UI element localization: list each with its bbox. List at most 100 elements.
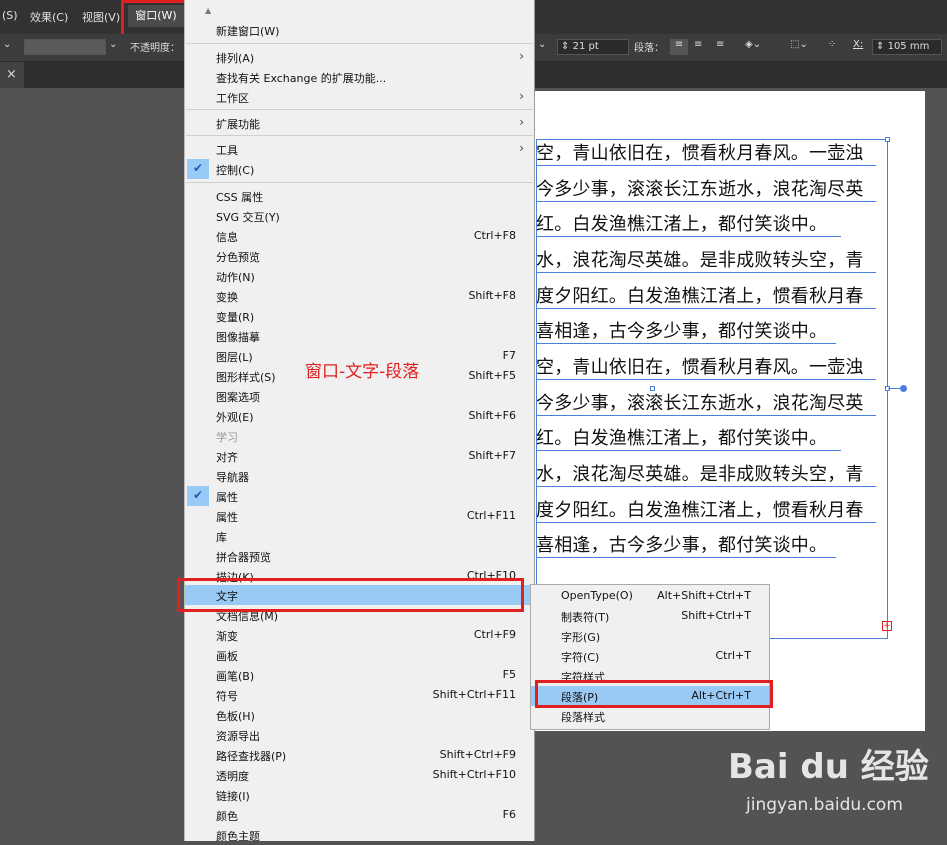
window-menu-item[interactable]: 变量(R) xyxy=(185,306,534,326)
menu-item-label: 渐变 xyxy=(216,630,238,643)
submenu-item-label: 字符(C) xyxy=(561,651,600,664)
scroll-up-icon[interactable]: ▲ xyxy=(205,6,211,15)
window-menu-item[interactable]: 新建窗口(W) xyxy=(185,20,534,40)
menu-item-label: 扩展功能 xyxy=(216,118,260,131)
menu-item-label: 属性 xyxy=(216,491,238,504)
window-menu-item[interactable]: 导航器 xyxy=(185,466,534,486)
menu-item-label: 色板(H) xyxy=(216,710,255,723)
annotation-label: 窗口-文字-段落 xyxy=(305,362,420,382)
window-menu-item[interactable]: 图案选项 xyxy=(185,386,534,406)
menu-item-label: 图案选项 xyxy=(216,391,260,404)
menu-item-label: 变换 xyxy=(216,291,238,304)
menu-separator xyxy=(186,109,533,110)
menu-item-label: 符号 xyxy=(216,690,238,703)
text-submenu-item[interactable]: 制表符(T) Shift+Ctrl+T xyxy=(531,606,769,626)
window-menu-item[interactable]: 动作(N) xyxy=(185,266,534,286)
chevron-down-icon[interactable]: ⌄ xyxy=(538,39,546,50)
align-center-icon[interactable]: ≡ xyxy=(694,39,702,50)
menu-item-shortcut: Ctrl+F8 xyxy=(473,229,516,242)
align-right-icon[interactable]: ≡ xyxy=(716,39,724,50)
window-menu-item[interactable]: 资源导出 xyxy=(185,725,534,745)
window-menu-item[interactable]: 图像描摹 xyxy=(185,326,534,346)
resize-handle[interactable] xyxy=(885,137,890,142)
x-label: X: xyxy=(853,39,864,50)
baidu-watermark: Bai du 经验 jingyan.baidu.com xyxy=(726,735,941,835)
window-menu-item[interactable]: 颜色 F6 xyxy=(185,805,534,825)
text-submenu-item[interactable]: OpenType(O) Alt+Shift+Ctrl+T xyxy=(531,586,769,606)
menu-item-label: SVG 交互(Y) xyxy=(216,211,280,224)
submenu-item-label: OpenType(O) xyxy=(561,589,633,602)
chevron-down-icon[interactable]: ⌄ xyxy=(109,39,117,50)
font-size-field[interactable]: ⇕ 21 pt xyxy=(557,39,629,55)
window-menu-item[interactable]: 属性 Ctrl+F11 xyxy=(185,506,534,526)
menu-item-label: 外观(E) xyxy=(216,411,254,424)
window-menu-item[interactable]: 排列(A) › xyxy=(185,47,534,67)
menu-item-label: 图层(L) xyxy=(216,351,253,364)
menu-item-shortcut: Ctrl+F9 xyxy=(473,628,516,641)
window-menu-item[interactable]: 扩展功能 › xyxy=(185,113,534,133)
text-submenu-item[interactable]: 字符(C) Ctrl+T xyxy=(531,646,769,666)
x-position-field[interactable]: ⇕ 105 mm xyxy=(872,39,942,55)
close-icon[interactable]: × xyxy=(6,67,17,82)
window-menu-item[interactable]: 变换 Shift+F8 xyxy=(185,286,534,306)
window-menu-item[interactable]: 符号 Shift+Ctrl+F11 xyxy=(185,685,534,705)
window-menu-item[interactable]: 库 xyxy=(185,526,534,546)
recolor-icon[interactable]: ◈⌄ xyxy=(745,39,761,50)
window-menu-item[interactable]: SVG 交互(Y) xyxy=(185,206,534,226)
menu-select[interactable]: (S) xyxy=(2,9,18,22)
window-menu-item[interactable]: 路径查找器(P) Shift+Ctrl+F9 xyxy=(185,745,534,765)
chevron-right-icon: › xyxy=(519,89,524,103)
text-frame-bounds[interactable] xyxy=(536,139,888,639)
align-objects-icon[interactable]: ⬚⌄ xyxy=(790,39,808,50)
window-menu-item[interactable]: 对齐 Shift+F7 xyxy=(185,446,534,466)
menu-effect[interactable]: 效果(C) xyxy=(30,9,68,25)
menu-item-shortcut: Shift+F7 xyxy=(468,449,516,462)
watermark-url: jingyan.baidu.com xyxy=(746,795,903,815)
menu-item-label: 属性 xyxy=(216,511,238,524)
window-menu-item[interactable]: 信息 Ctrl+F8 xyxy=(185,226,534,246)
window-menu-item[interactable]: ✔ 控制(C) xyxy=(185,159,534,179)
checkmark-icon: ✔ xyxy=(187,159,209,179)
window-menu-item[interactable]: 查找有关 Exchange 的扩展功能... xyxy=(185,67,534,87)
stepper-icon[interactable]: ⇕ xyxy=(561,41,569,52)
window-menu-item[interactable]: 链接(I) xyxy=(185,785,534,805)
align-left-icon[interactable]: ≡ xyxy=(670,39,688,55)
chevron-right-icon: › xyxy=(519,141,524,155)
menu-item-label: 排列(A) xyxy=(216,52,255,65)
transform-icon[interactable]: ⁘ xyxy=(828,39,836,50)
window-menu-item[interactable]: 工作区 › xyxy=(185,87,534,107)
menu-item-label: 工作区 xyxy=(216,92,249,105)
submenu-item-label: 字形(G) xyxy=(561,631,601,644)
menu-item-label: 资源导出 xyxy=(216,730,260,743)
overflow-port-icon[interactable]: + xyxy=(882,621,892,631)
submenu-item-shortcut: Shift+Ctrl+T xyxy=(681,609,751,622)
text-submenu-item[interactable]: 段落样式 xyxy=(531,706,769,726)
menu-item-shortcut: F6 xyxy=(502,808,516,821)
window-menu-item[interactable]: 工具 › xyxy=(185,139,534,159)
resize-handle[interactable] xyxy=(650,386,655,391)
menu-view[interactable]: 视图(V) xyxy=(82,9,120,25)
stepper-icon[interactable]: ⇕ xyxy=(876,41,884,52)
menu-item-label: 透明度 xyxy=(216,770,249,783)
window-menu-item: 学习 xyxy=(185,426,534,446)
window-menu-item[interactable]: 渐变 Ctrl+F9 xyxy=(185,625,534,645)
window-menu-item[interactable]: 色板(H) xyxy=(185,705,534,725)
window-menu-item[interactable]: 颜色主题 xyxy=(185,825,534,845)
window-menu-item[interactable]: ✔ 属性 xyxy=(185,486,534,506)
window-menu-item[interactable]: CSS 属性 xyxy=(185,186,534,206)
window-menu-item[interactable]: 拼合器预览 xyxy=(185,546,534,566)
chevron-down-icon[interactable]: ⌄ xyxy=(3,39,11,50)
window-menu-item[interactable]: 分色预览 xyxy=(185,246,534,266)
window-menu-item[interactable]: 画笔(B) F5 xyxy=(185,665,534,685)
window-menu-item[interactable]: 画板 xyxy=(185,645,534,665)
menu-item-label: 查找有关 Exchange 的扩展功能... xyxy=(216,72,387,85)
window-menu-item[interactable]: 外观(E) Shift+F6 xyxy=(185,406,534,426)
menu-item-label: 库 xyxy=(216,531,227,544)
bounding-handle[interactable] xyxy=(900,385,907,392)
menu-item-label: 控制(C) xyxy=(216,164,255,177)
stroke-swatch[interactable] xyxy=(24,39,106,55)
submenu-item-shortcut: Ctrl+T xyxy=(715,649,751,662)
window-menu-item[interactable]: 透明度 Shift+Ctrl+F10 xyxy=(185,765,534,785)
text-submenu-item[interactable]: 字形(G) xyxy=(531,626,769,646)
handle-line xyxy=(888,388,901,389)
